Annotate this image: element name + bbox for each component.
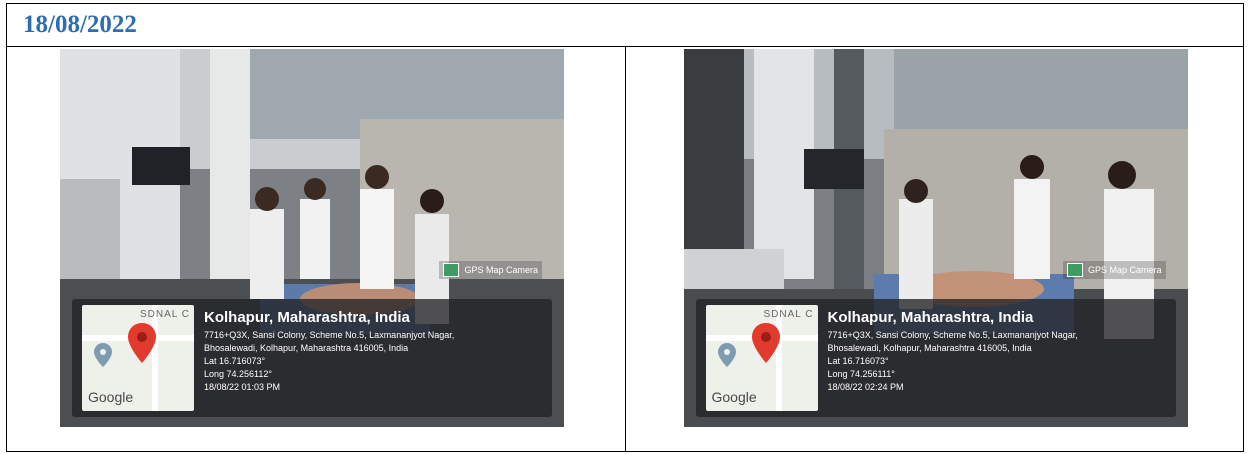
- latitude: Lat 16.716073°: [827, 356, 889, 366]
- address-line-2: Bhosalewadi, Kolhapur, Maharashtra 41600…: [204, 343, 409, 353]
- geotagged-photo: GPS Map Camera SDNAL C Google Kolhapur, …: [683, 49, 1188, 427]
- city-name: Kolhapur, Maharashtra, India: [827, 309, 1034, 326]
- map-label: SDNAL C: [140, 309, 190, 320]
- google-logo: Google: [88, 389, 134, 405]
- brand-label: GPS Map Camera: [1087, 265, 1162, 275]
- gps-camera-icon: [443, 263, 460, 277]
- place-marker-icon: [717, 343, 736, 367]
- document-table: 18/08/2022 GPS Map Camera SDNAL C Google…: [6, 3, 1244, 452]
- location-pin-icon: [751, 323, 780, 363]
- location-pin-icon: [128, 323, 156, 363]
- timestamp: 18/08/22 01:03 PM: [204, 382, 281, 392]
- map-thumbnail: SDNAL C Google: [82, 305, 194, 411]
- location-details: Kolhapur, Maharashtra, India 7716+Q3X, S…: [204, 309, 544, 394]
- date-heading: 18/08/2022: [23, 11, 137, 38]
- longitude: Long 74.256112°: [204, 369, 272, 379]
- gps-info-overlay: GPS Map Camera SDNAL C Google Kolhapur, …: [72, 261, 552, 417]
- geotagged-photo: GPS Map Camera SDNAL C Google Kolhapur, …: [60, 49, 564, 427]
- date-cell: 18/08/2022: [6, 3, 1244, 47]
- address-line-1: 7716+Q3X, Sansi Colony, Scheme No.5, Lax…: [827, 330, 1078, 340]
- brand-label: GPS Map Camera: [464, 265, 538, 275]
- gps-map-camera-badge: GPS Map Camera: [1062, 261, 1166, 279]
- place-marker-icon: [94, 343, 112, 367]
- latitude: Lat 16.716073°: [204, 356, 266, 366]
- address-line-1: 7716+Q3X, Sansi Colony, Scheme No.5, Lax…: [204, 330, 455, 340]
- photo-cell-right: GPS Map Camera SDNAL C Google Kolhapur, …: [624, 46, 1244, 452]
- gps-map-camera-badge: GPS Map Camera: [439, 261, 542, 279]
- longitude: Long 74.256111°: [827, 369, 895, 379]
- gps-camera-icon: [1066, 263, 1083, 277]
- address-line-2: Bhosalewadi, Kolhapur, Maharashtra 41600…: [827, 343, 1032, 353]
- timestamp: 18/08/22 02:24 PM: [827, 382, 904, 392]
- location-details: Kolhapur, Maharashtra, India 7716+Q3X, S…: [828, 309, 1168, 394]
- city-name: Kolhapur, Maharashtra, India: [204, 309, 410, 326]
- map-label: SDNAL C: [763, 309, 814, 320]
- gps-info-overlay: GPS Map Camera SDNAL C Google Kolhapur, …: [695, 261, 1176, 417]
- map-thumbnail: SDNAL C Google: [705, 305, 818, 411]
- photo-cell-left: GPS Map Camera SDNAL C Google Kolhapur, …: [6, 46, 626, 452]
- google-logo: Google: [711, 389, 757, 405]
